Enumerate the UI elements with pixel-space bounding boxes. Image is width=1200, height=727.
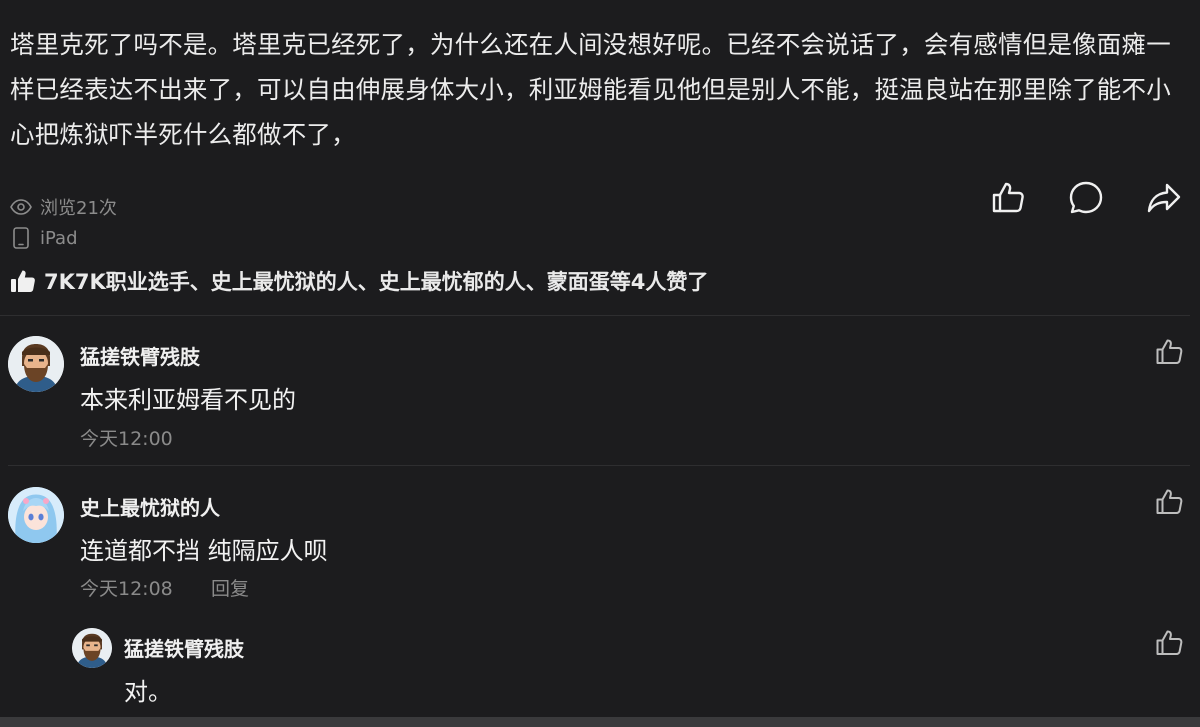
thumbs-up-icon[interactable] xyxy=(990,180,1026,216)
tablet-icon xyxy=(13,227,29,249)
device-row: iPad xyxy=(10,227,78,249)
post-actions xyxy=(990,180,1182,216)
thumbs-up-icon[interactable] xyxy=(1154,337,1184,367)
views-count: 浏览21次 xyxy=(40,198,117,219)
divider xyxy=(0,315,1190,316)
post-text: 塔里克死了吗不是。塔里克已经死了，为什么还在人间没想好呢。已经不会说话了，会有感… xyxy=(10,30,1171,149)
likes-text: 7K7K职业选手、史上最忧狱的人、史上最忧郁的人、蒙面蛋等4人赞了 xyxy=(44,270,709,294)
likes-summary[interactable]: 7K7K职业选手、史上最忧狱的人、史上最忧郁的人、蒙面蛋等4人赞了 xyxy=(10,266,708,296)
bearded-man-avatar-icon xyxy=(8,336,64,392)
eye-icon xyxy=(10,199,32,215)
avatar[interactable] xyxy=(8,487,64,543)
thumbs-up-icon[interactable] xyxy=(1154,487,1184,517)
comment-icon[interactable] xyxy=(1068,180,1104,216)
bottom-bar xyxy=(0,717,1200,727)
avatar[interactable] xyxy=(72,628,112,668)
thumbs-up-icon[interactable] xyxy=(1154,628,1184,658)
reply-button[interactable]: 回复 xyxy=(211,574,249,601)
bearded-man-avatar-icon xyxy=(72,628,112,668)
avatar[interactable] xyxy=(8,336,64,392)
divider xyxy=(8,465,1190,466)
comment-author[interactable]: 史上最忧狱的人 xyxy=(80,492,220,521)
thumbs-up-filled-icon xyxy=(11,270,35,292)
comment-text: 本来利亚姆看不见的 xyxy=(80,386,296,414)
device-name: iPad xyxy=(40,227,78,249)
anime-girl-avatar-icon xyxy=(8,487,64,543)
share-icon[interactable] xyxy=(1146,180,1182,216)
comment-time: 今天12:00 xyxy=(80,428,173,450)
comment-time: 今天12:08 xyxy=(80,578,173,600)
reply-text: 对。 xyxy=(124,678,172,706)
comment-text: 连道都不挡 纯隔应人呗 xyxy=(80,537,328,565)
views-row: 浏览21次 xyxy=(10,194,117,220)
comment-author[interactable]: 猛搓铁臂残肢 xyxy=(80,341,200,370)
reply-author[interactable]: 猛搓铁臂残肢 xyxy=(124,633,244,662)
